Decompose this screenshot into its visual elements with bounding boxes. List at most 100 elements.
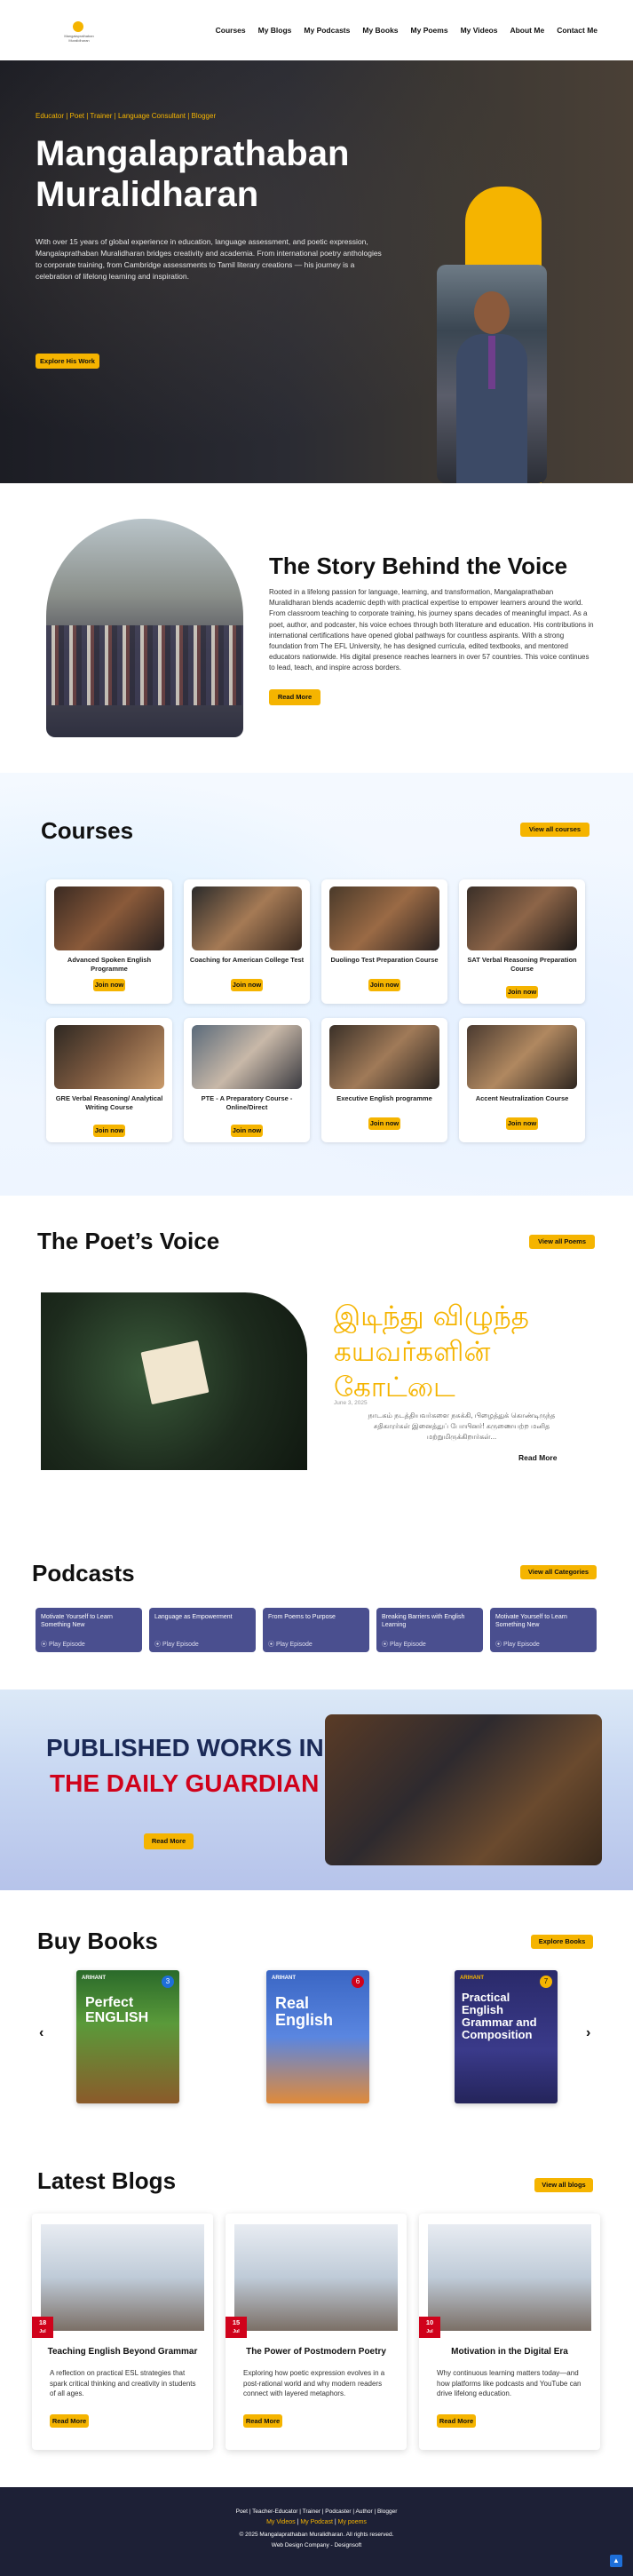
hero-portrait-photo — [437, 265, 547, 483]
course-title: PTE - A Preparatory Course - Online/Dire… — [201, 1094, 293, 1111]
blog-month: Jul — [233, 2329, 240, 2334]
podcast-card-2[interactable]: Language as Empowerment ⦿ Play Episode — [149, 1608, 256, 1652]
join-now-button[interactable]: Join now — [368, 1117, 400, 1130]
join-now-button[interactable]: Join now — [231, 979, 263, 991]
blog-read-more-button[interactable]: Read More — [50, 2414, 89, 2428]
book-cover-1[interactable]: ARIHANT 3 Perfect ENGLISH — [76, 1970, 179, 2103]
course-card-4[interactable]: SAT Verbal Reasoning Preparation Course … — [459, 879, 585, 1004]
course-card-5[interactable]: GRE Verbal Reasoning/ Analytical Writing… — [46, 1018, 172, 1142]
view-all-blogs-button[interactable]: View all blogs — [534, 2178, 593, 2192]
blog-card-3[interactable]: 10 Jul Motivation in the Digital Era Why … — [419, 2214, 600, 2450]
site-footer: Poet | Teacher-Educator | Trainer | Podc… — [0, 2487, 633, 2576]
nav-about-me[interactable]: About Me — [510, 26, 544, 35]
nav-my-videos[interactable]: My Videos — [461, 26, 498, 35]
play-icon: ⦿ — [154, 1642, 162, 1648]
play-icon: ⦿ — [382, 1642, 390, 1648]
logo-text: Mangalaprathaban Muralidharan — [64, 34, 94, 43]
join-now-button[interactable]: Join now — [368, 979, 400, 991]
podcast-title: Language as Empowerment — [154, 1614, 233, 1620]
blog-read-more-button[interactable]: Read More — [243, 2414, 282, 2428]
course-card-2[interactable]: Coaching for American College Test Join … — [184, 879, 310, 1004]
nav-courses[interactable]: Courses — [216, 26, 246, 35]
main-menu: Courses My Blogs My Podcasts My Books My… — [216, 26, 597, 35]
blog-card-1[interactable]: 18 Jul Teaching English Beyond Grammar A … — [32, 2214, 213, 2450]
play-episode-label: Play Episode — [389, 1642, 426, 1648]
blog-title: The Power of Postmodern Poetry — [246, 2347, 386, 2357]
footer-link-poems[interactable]: My poems — [338, 2519, 367, 2525]
course-card-3[interactable]: Duolingo Test Preparation Course Join no… — [321, 879, 447, 1004]
published-students-photo — [325, 1714, 602, 1865]
view-all-poems-button[interactable]: View all Poems — [529, 1235, 595, 1249]
podcast-card-1[interactable]: Motivate Yourself to Learn Something New… — [36, 1608, 142, 1652]
footer-link-podcast[interactable]: My Podcast — [300, 2519, 333, 2525]
play-episode-label: Play Episode — [162, 1642, 199, 1648]
poem-date: June 3, 2025 — [334, 1400, 368, 1406]
join-now-button[interactable]: Join now — [506, 1117, 538, 1130]
podcast-card-3[interactable]: From Poems to Purpose ⦿ Play Episode — [263, 1608, 369, 1652]
blog-month: Jul — [39, 2329, 46, 2334]
book-title: Perfect ENGLISH — [85, 1995, 149, 2025]
join-now-button[interactable]: Join now — [231, 1125, 263, 1137]
nav-my-blogs[interactable]: My Blogs — [258, 26, 292, 35]
play-episode-link[interactable]: ⦿ Play Episode — [41, 1640, 85, 1649]
course-title: Executive English programme — [336, 1094, 432, 1102]
nav-my-podcasts[interactable]: My Podcasts — [304, 26, 350, 35]
course-card-6[interactable]: PTE - A Preparatory Course - Online/Dire… — [184, 1018, 310, 1142]
book-cover-2[interactable]: ARIHANT 6 Real English — [266, 1970, 369, 2103]
footer-credit[interactable]: Web Design Company - Designsoft — [0, 2542, 633, 2548]
story-crowd — [46, 625, 243, 705]
play-episode-link[interactable]: ⦿ Play Episode — [268, 1640, 313, 1649]
join-now-button[interactable]: Join now — [93, 979, 125, 991]
course-card-8[interactable]: Accent Neutralization Course Join now — [459, 1018, 585, 1142]
course-card-1[interactable]: Advanced Spoken English Programme Join n… — [46, 879, 172, 1004]
nav-contact-me[interactable]: Contact Me — [557, 26, 597, 35]
poem-image — [41, 1292, 307, 1470]
nav-my-books[interactable]: My Books — [362, 26, 398, 35]
podcast-card-5[interactable]: Motivate Yourself to Learn Something New… — [490, 1608, 597, 1652]
footer-copyright: © 2025 Mangalaprathaban Muralidharan. Al… — [239, 2532, 394, 2538]
play-episode-link[interactable]: ⦿ Play Episode — [382, 1640, 426, 1649]
course-title: Duolingo Test Preparation Course — [330, 956, 439, 964]
blog-image — [41, 2224, 204, 2331]
poem-title[interactable]: இடிந்து விழுந்த கயவர்களின் கோட்டை — [334, 1299, 600, 1405]
explore-work-button[interactable]: Explore His Work — [36, 354, 99, 369]
blog-excerpt: Why continuous learning matters today—an… — [437, 2369, 582, 2397]
story-text: Rooted in a lifelong passion for languag… — [269, 588, 594, 672]
nav-my-poems[interactable]: My Poems — [411, 26, 448, 35]
site-logo[interactable]: Mangalaprathaban Muralidharan — [59, 21, 99, 43]
poem-read-more-link[interactable]: Read More — [518, 1453, 557, 1462]
published-read-more-button[interactable]: Read More — [144, 1833, 194, 1849]
open-book-illustration — [140, 1340, 210, 1405]
join-now-button[interactable]: Join now — [506, 986, 538, 998]
poem-excerpt: நாடகம் நடத்தியவர்களை நசுக்கி, பிழைத்துக்… — [368, 1411, 556, 1441]
play-episode-label: Play Episode — [275, 1642, 313, 1648]
view-all-categories-button[interactable]: View all Categories — [520, 1565, 597, 1579]
join-now-button[interactable]: Join now — [93, 1125, 125, 1137]
blog-image — [428, 2224, 591, 2331]
play-episode-label: Play Episode — [502, 1642, 540, 1648]
hero-title-line1: Mangalaprathaban — [36, 134, 350, 173]
scroll-to-top-icon[interactable]: ▲ — [610, 2555, 622, 2567]
footer-link-videos[interactable]: My Videos — [266, 2519, 296, 2525]
blog-card-2[interactable]: 15 Jul The Power of Postmodern Poetry Exp… — [226, 2214, 407, 2450]
podcast-card-4[interactable]: Breaking Barriers with English Learning … — [376, 1608, 483, 1652]
blog-day: 15 — [232, 2318, 241, 2326]
podcast-title: Breaking Barriers with English Learning — [382, 1614, 465, 1628]
course-image — [467, 886, 577, 950]
course-image — [192, 1025, 302, 1089]
course-image — [329, 1025, 439, 1089]
carousel-prev-icon[interactable]: ‹ — [39, 2025, 44, 2041]
book-cover-3[interactable]: ARIHANT 7 Practical English Grammar and … — [455, 1970, 558, 2103]
explore-books-button[interactable]: Explore Books — [531, 1935, 593, 1949]
book-title: Practical English Grammar and Compositio… — [462, 1991, 537, 2041]
book-grade: 6 — [352, 1976, 364, 1988]
course-card-7[interactable]: Executive English programme Join now — [321, 1018, 447, 1142]
carousel-next-icon[interactable]: › — [586, 2025, 590, 2041]
play-episode-link[interactable]: ⦿ Play Episode — [495, 1640, 540, 1649]
view-all-courses-button[interactable]: View all courses — [520, 823, 589, 837]
story-read-more-button[interactable]: Read More — [269, 689, 320, 705]
play-episode-link[interactable]: ⦿ Play Episode — [154, 1640, 199, 1649]
blog-read-more-button[interactable]: Read More — [437, 2414, 476, 2428]
book-publisher: ARIHANT — [460, 1976, 484, 1981]
course-title: GRE Verbal Reasoning/ Analytical Writing… — [55, 1094, 163, 1111]
